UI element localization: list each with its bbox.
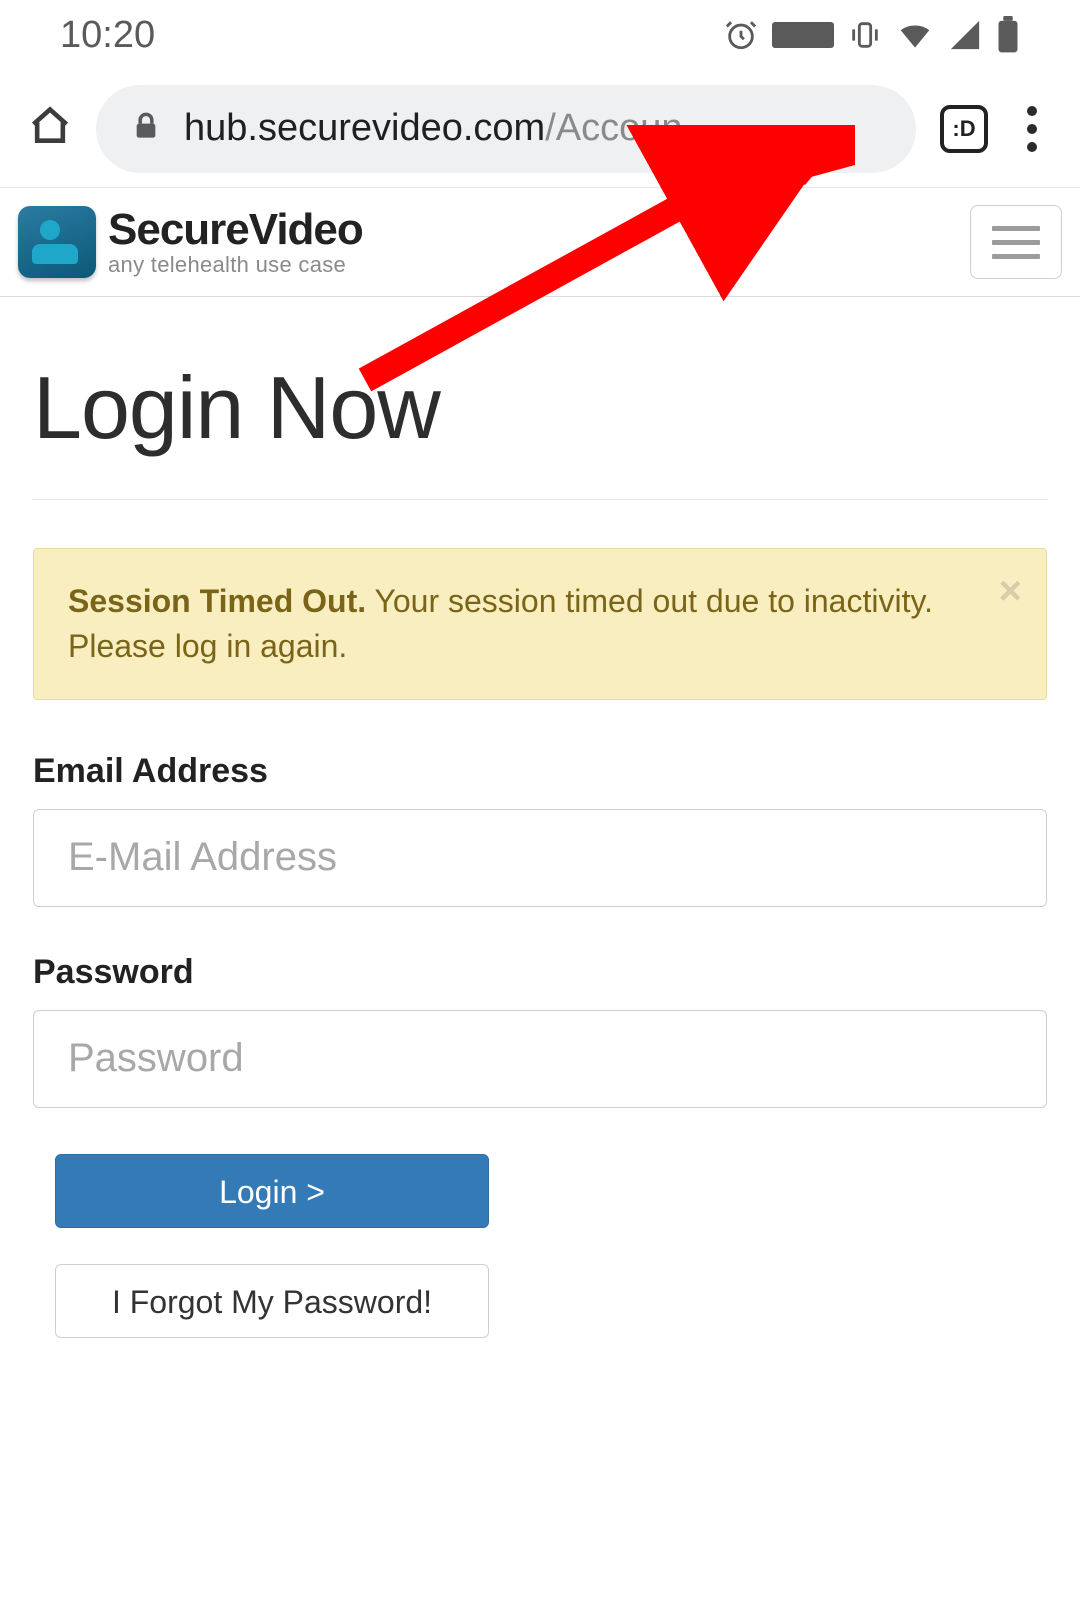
- email-label: Email Address: [33, 752, 1047, 791]
- url-host: hub.securevideo.com: [184, 107, 545, 149]
- vowifi-icon: VoWiFi: [772, 22, 834, 48]
- url-path: /Accoun: [545, 107, 682, 149]
- tabs-button[interactable]: :D: [940, 105, 988, 153]
- alert-close-button[interactable]: ×: [999, 571, 1022, 611]
- kebab-dot-icon: [1027, 124, 1037, 134]
- status-icons: VoWiFi: [724, 16, 1020, 54]
- button-row: Login > I Forgot My Password!: [33, 1154, 1047, 1338]
- hamburger-bar-icon: [992, 240, 1040, 245]
- kebab-dot-icon: [1027, 142, 1037, 152]
- kebab-dot-icon: [1027, 106, 1037, 116]
- status-bar: 10:20 VoWiFi: [0, 0, 1080, 70]
- address-bar[interactable]: hub.securevideo.com/Accoun: [96, 85, 916, 173]
- brand[interactable]: SecureVideo any telehealth use case: [18, 206, 363, 278]
- url-text: hub.securevideo.com/Accoun: [184, 107, 683, 150]
- browser-toolbar: hub.securevideo.com/Accoun :D: [0, 70, 1080, 188]
- wifi-icon: [896, 16, 934, 54]
- email-field[interactable]: [33, 809, 1047, 907]
- hamburger-bar-icon: [992, 226, 1040, 231]
- password-field[interactable]: [33, 1010, 1047, 1108]
- vibrate-icon: [848, 18, 882, 52]
- app-header: SecureVideo any telehealth use case: [0, 188, 1080, 297]
- alert-heading: Session Timed Out.: [68, 583, 366, 619]
- page-content: Login Now × Session Timed Out. Your sess…: [0, 297, 1080, 1338]
- email-field-group: Email Address: [33, 752, 1047, 907]
- password-field-group: Password: [33, 953, 1047, 1108]
- brand-subtitle: any telehealth use case: [108, 254, 363, 276]
- brand-title: SecureVideo: [108, 208, 363, 252]
- brand-logo-icon: [18, 206, 96, 278]
- password-label: Password: [33, 953, 1047, 992]
- browser-menu-button[interactable]: [1012, 106, 1052, 152]
- lock-icon: [132, 110, 160, 147]
- forgot-password-button[interactable]: I Forgot My Password!: [55, 1264, 489, 1338]
- clock-time: 10:20: [60, 14, 155, 57]
- nav-menu-button[interactable]: [970, 205, 1062, 279]
- home-icon[interactable]: [28, 104, 72, 153]
- page-title: Login Now: [33, 357, 1047, 500]
- battery-icon: [996, 16, 1020, 54]
- cell-signal-icon: [948, 18, 982, 52]
- alarm-icon: [724, 18, 758, 52]
- login-button[interactable]: Login >: [55, 1154, 489, 1228]
- hamburger-bar-icon: [992, 254, 1040, 259]
- session-timeout-alert: × Session Timed Out. Your session timed …: [33, 548, 1047, 700]
